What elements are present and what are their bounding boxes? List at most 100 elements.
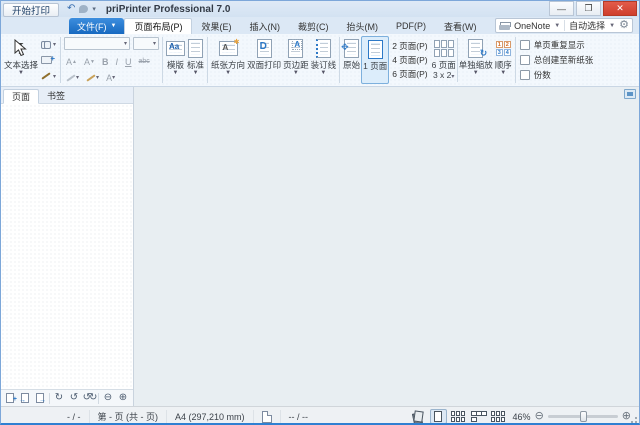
- shrink-font-button[interactable]: A ▼: [82, 57, 97, 67]
- font-size-combo[interactable]: ▾: [133, 37, 160, 50]
- divider: [564, 20, 566, 31]
- insert-page-before-button[interactable]: →: [18, 391, 32, 405]
- duplex-icon: D: [256, 39, 272, 58]
- selection-tools: ▾ ▾: [39, 36, 58, 84]
- multi-page-view-button[interactable]: [410, 409, 427, 423]
- resize-grip[interactable]: [629, 416, 638, 423]
- zoom-in-icon: ⊕: [118, 392, 128, 403]
- grow-font-button[interactable]: A ▲: [64, 57, 79, 67]
- checkbox-copies[interactable]: 份数: [519, 69, 594, 81]
- tab-crop[interactable]: 裁剪(C): [289, 18, 338, 34]
- feedback-balloon-icon[interactable]: [79, 5, 89, 13]
- zoom-in-thumbs-button[interactable]: ⊕: [116, 391, 130, 405]
- qat-customize-icon[interactable]: ▾: [92, 5, 96, 13]
- independent-zoom-button[interactable]: ↻ 单独缩放 ▼: [458, 36, 494, 84]
- tab-pdf[interactable]: PDF(P): [387, 18, 435, 34]
- strikethrough-button[interactable]: abc: [136, 57, 151, 67]
- zoom-out-icon[interactable]: ⊖: [535, 411, 544, 422]
- printer-name[interactable]: OneNote: [514, 21, 550, 31]
- restore-button[interactable]: ❐: [576, 1, 601, 16]
- tab-effects[interactable]: 效果(E): [192, 18, 240, 34]
- duplex-button[interactable]: D 双面打印 ▼: [246, 36, 282, 84]
- one-page-button[interactable]: 1 页面: [361, 36, 390, 84]
- font-color-button[interactable]: A ▾: [104, 73, 117, 83]
- tab-insert[interactable]: 插入(N): [240, 18, 289, 34]
- page-curl-icon[interactable]: [624, 89, 636, 99]
- gear-icon[interactable]: ⚙: [619, 20, 629, 31]
- underline-button[interactable]: U: [123, 57, 134, 67]
- checkbox-repeat-single-page[interactable]: 单页重复显示: [519, 39, 594, 51]
- highlight-button[interactable]: ▾: [84, 73, 101, 83]
- single-page-view-button[interactable]: [429, 409, 447, 423]
- minimize-button[interactable]: —: [549, 1, 574, 16]
- templates-button[interactable]: Aa 模版 ▼: [165, 36, 186, 84]
- italic-button[interactable]: I: [113, 57, 120, 67]
- zoom-slider-thumb[interactable]: [579, 411, 587, 422]
- selection-group: I 文本选择 ▼ ▾ ▾: [1, 35, 60, 85]
- panel-tab-pages[interactable]: 页面: [3, 89, 40, 104]
- chevron-down-icon[interactable]: ▼: [609, 23, 615, 29]
- margins-icon: A: [288, 39, 304, 58]
- find-button[interactable]: ▾: [39, 37, 58, 51]
- zoom-slider[interactable]: [547, 411, 618, 422]
- four-pages-button[interactable]: 4 页面(P): [389, 53, 430, 67]
- rotate-cw-button[interactable]: ↻: [52, 391, 66, 405]
- pen-button[interactable]: ▾: [39, 69, 58, 83]
- orientation-button[interactable]: A ✱ 纸张方向 ▼: [210, 36, 246, 84]
- rows-icon: [451, 411, 466, 422]
- tab-page-layout[interactable]: 页面布局(P): [124, 18, 193, 34]
- options-group: 单页重复显示 总创建至新纸张 份数: [516, 35, 598, 85]
- paper-size[interactable]: A4 (297,210 mm): [166, 409, 253, 423]
- chevron-down-icon: ▾: [451, 74, 455, 80]
- facing-view-button[interactable]: [470, 409, 488, 423]
- chevron-down-icon[interactable]: ▼: [554, 23, 560, 29]
- close-button[interactable]: ✕: [603, 1, 637, 16]
- two-pages-button[interactable]: 2 页面(P): [389, 39, 430, 53]
- tab-file-label: 文件(F): [77, 21, 107, 32]
- chevron-down-icon: ▼: [292, 70, 299, 76]
- font-name-combo[interactable]: ▾: [64, 37, 131, 50]
- original-layout-button[interactable]: ✥ 原始: [341, 36, 361, 84]
- format-eraser-button[interactable]: ▾: [64, 73, 81, 83]
- mouse-cursor: [14, 39, 27, 57]
- pages-thumbnail-list[interactable]: [1, 104, 133, 389]
- tab-file[interactable]: 文件(F) ▼: [69, 18, 125, 34]
- start-print-button[interactable]: 开始打印: [3, 2, 60, 17]
- checkbox-icon[interactable]: [519, 70, 530, 81]
- undo-icon[interactable]: ↶: [67, 4, 75, 14]
- original-icon: ✥: [341, 39, 360, 58]
- gutter-button[interactable]: 装订线 ▼: [310, 36, 338, 84]
- page-indicator[interactable]: 第 - 页 (共 - 页): [88, 409, 167, 423]
- snapshot-button[interactable]: [39, 53, 58, 67]
- thumbnails-view-button[interactable]: [490, 409, 507, 423]
- insert-after-icon: →: [36, 393, 46, 404]
- margins-button[interactable]: A 页边距 ▼: [282, 36, 310, 84]
- six-pages-button[interactable]: 6 页面(P): [389, 67, 430, 81]
- panel-tab-bookmarks[interactable]: 书签: [39, 88, 73, 103]
- zoom-out-thumbs-button[interactable]: ⊖: [101, 391, 115, 405]
- zoom-control: 46% ⊖ ⊕: [513, 411, 631, 422]
- binoculars-icon: [41, 41, 52, 49]
- title-bar: 开始打印 ↶ ▾ priPrinter Professional 7.0 — ❐…: [1, 1, 639, 17]
- checkbox-icon[interactable]: [519, 39, 530, 50]
- paper-mode[interactable]: 自动选择: [569, 19, 605, 32]
- rotate-ccw-button[interactable]: ↺: [67, 391, 81, 405]
- insert-page-after-button[interactable]: →: [33, 391, 47, 405]
- rotate-180-button[interactable]: ↺↻: [82, 391, 98, 405]
- paper-orientation-icon[interactable]: [261, 410, 272, 423]
- checkbox-create-new-paper[interactable]: 总创建至新纸张: [519, 54, 593, 66]
- tab-letterhead[interactable]: 抬头(M): [337, 18, 387, 34]
- six-pages-grid-button[interactable]: 6 页面 3 x 2▾: [431, 36, 457, 84]
- bold-button[interactable]: B: [100, 57, 111, 67]
- chevron-down-icon: ▼: [172, 70, 179, 76]
- new-page-button[interactable]: +: [3, 391, 17, 405]
- checkbox-icon[interactable]: [519, 54, 530, 65]
- order-button[interactable]: 1 2 3 4 顺序 ▼: [494, 36, 513, 84]
- tab-view[interactable]: 查看(W): [435, 18, 486, 34]
- paper-icon-cell: [252, 409, 280, 423]
- window-controls: — ❐ ✕: [547, 1, 637, 16]
- page-setup-group: A✱ 纸张方向 ▼ D 双面打印 ▼ A 页边距 ▼ 装订线 ▼: [208, 35, 339, 85]
- normal-layout-button[interactable]: 标准 ▼: [186, 36, 205, 84]
- document-canvas[interactable]: [134, 87, 639, 406]
- continuous-view-button[interactable]: [450, 409, 467, 423]
